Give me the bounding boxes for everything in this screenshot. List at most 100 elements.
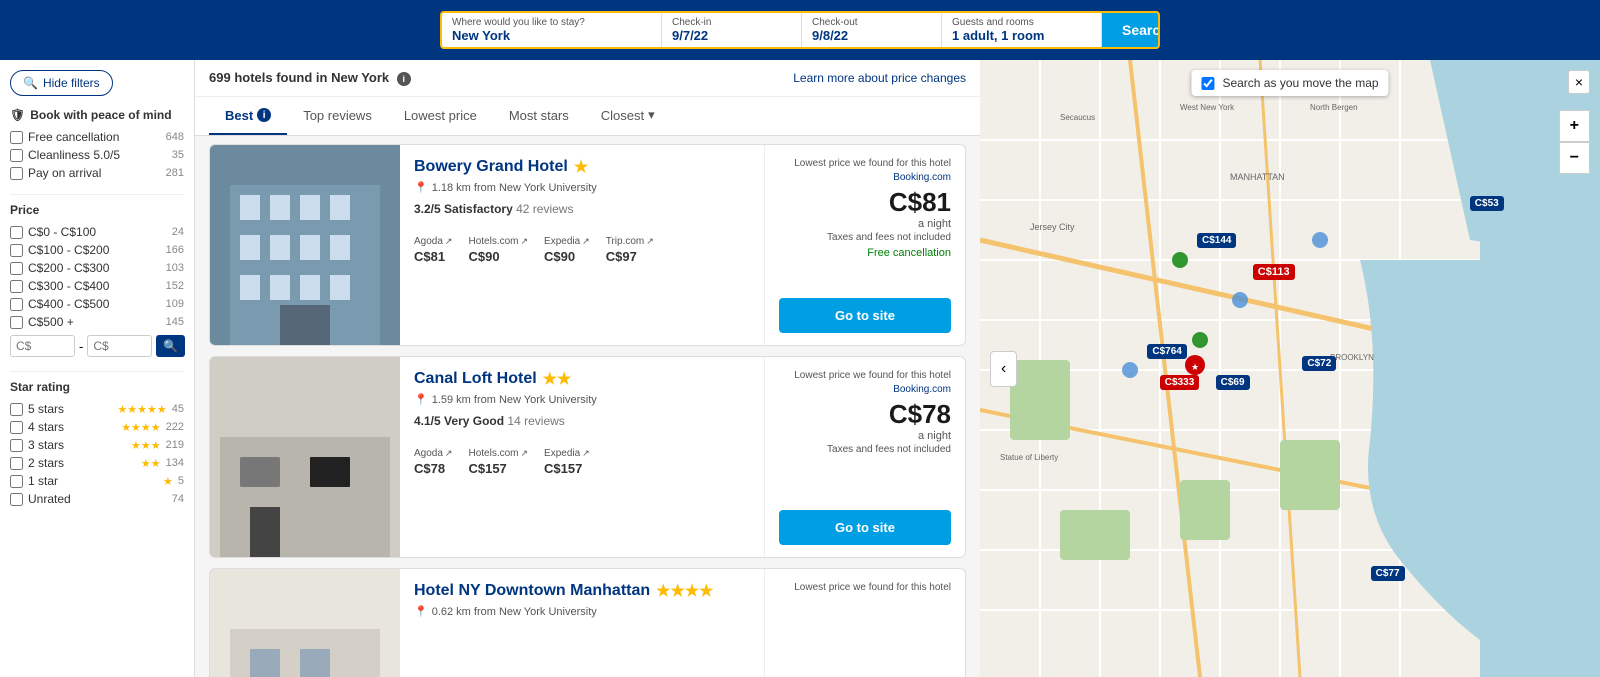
price-max-input[interactable] bbox=[87, 335, 152, 357]
star-checkbox[interactable] bbox=[10, 457, 23, 470]
star-checkbox[interactable] bbox=[10, 421, 23, 434]
price-count: 103 bbox=[166, 262, 184, 274]
star-row: 4 stars ★★★★ 222 bbox=[10, 420, 184, 434]
hotel-score-label: Satisfactory bbox=[444, 202, 513, 216]
filter-checkbox[interactable] bbox=[10, 167, 23, 180]
star-row: 1 star ★ 5 bbox=[10, 474, 184, 488]
map-price-marker[interactable]: C$333 bbox=[1160, 375, 1199, 390]
tab-closest[interactable]: Closest ▾ bbox=[585, 97, 671, 135]
hotel-score-label: Very Good bbox=[444, 414, 504, 428]
map-zoom-in-button[interactable]: + bbox=[1559, 110, 1590, 142]
price-checkbox[interactable] bbox=[10, 244, 23, 257]
map-price-marker[interactable]: C$53 bbox=[1470, 196, 1504, 211]
hide-filters-button[interactable]: 🔍 Hide filters bbox=[10, 70, 113, 96]
provider: Expedia ↗ C$157 bbox=[544, 448, 590, 476]
go-to-site-button[interactable]: Go to site bbox=[779, 298, 951, 333]
guests-value: 1 adult, 1 room bbox=[952, 28, 1091, 43]
provider-price: C$90 bbox=[544, 249, 590, 264]
price-range-row: C$200 - C$300 103 bbox=[10, 261, 184, 275]
map-price-marker[interactable]: C$69 bbox=[1216, 375, 1250, 390]
star-label: 3 stars bbox=[28, 438, 126, 452]
hotel-rating: 3.2/5 Satisfactory 42 reviews bbox=[414, 202, 750, 216]
tab-lowest-price[interactable]: Lowest price bbox=[388, 97, 493, 135]
chevron-left-icon: ‹ bbox=[1001, 360, 1006, 377]
location-pin-icon: 📍 bbox=[414, 181, 428, 194]
star-icons: ★★★★★ bbox=[117, 403, 166, 416]
svg-text:MANHATTAN: MANHATTAN bbox=[1230, 172, 1285, 182]
price-checkbox[interactable] bbox=[10, 298, 23, 311]
provider-name: Agoda ↗ bbox=[414, 236, 452, 247]
hotel-price: C$81 bbox=[794, 187, 951, 218]
filter-count: 35 bbox=[172, 149, 184, 161]
map-price-marker[interactable]: C$72 bbox=[1302, 356, 1336, 371]
map-back-button[interactable]: ‹ bbox=[990, 351, 1017, 387]
star-icons: ★★ bbox=[141, 457, 161, 470]
search-as-move-checkbox[interactable] bbox=[1201, 77, 1214, 90]
location-pin-icon: 📍 bbox=[414, 605, 428, 618]
lowest-price-label: Lowest price we found for this hotel bbox=[794, 157, 951, 170]
provider-price: C$157 bbox=[468, 461, 528, 476]
checkin-field[interactable]: Check-in 9/7/22 bbox=[662, 13, 802, 47]
tab-top-reviews[interactable]: Top reviews bbox=[287, 97, 388, 135]
price-checkbox[interactable] bbox=[10, 280, 23, 293]
lowest-price-label: Lowest price we found for this hotel bbox=[794, 369, 951, 382]
star-count: 45 bbox=[172, 403, 184, 415]
star-checkbox[interactable] bbox=[10, 403, 23, 416]
guests-field[interactable]: Guests and rooms 1 adult, 1 room bbox=[942, 13, 1102, 47]
star-row: Unrated 74 bbox=[10, 492, 184, 506]
price-checkbox[interactable] bbox=[10, 262, 23, 275]
best-info-icon: i bbox=[257, 108, 271, 122]
provider-price: C$90 bbox=[468, 249, 528, 264]
location-field[interactable]: Where would you like to stay? New York bbox=[442, 13, 662, 47]
info-icon: i bbox=[397, 72, 411, 86]
map-close-button[interactable]: × bbox=[1568, 70, 1590, 94]
tab-most-stars-label: Most stars bbox=[509, 108, 569, 123]
sidebar: 🔍 Hide filters 🛡 Book with peace of mind… bbox=[0, 60, 195, 677]
results-count: 699 hotels found in New York i bbox=[209, 70, 411, 86]
provider-prices: Agoda ↗ C$78 Hotels.com ↗ C$157 Expedia … bbox=[414, 448, 750, 476]
tab-best[interactable]: Best i bbox=[209, 97, 287, 135]
search-hotels-label: Search hotels bbox=[1122, 22, 1160, 38]
map-panel: Jersey City MANHATTAN Statue of Liberty … bbox=[980, 60, 1600, 677]
hotel-reviews: 14 reviews bbox=[507, 414, 564, 428]
hotel-name: Canal Loft Hotel ★★ bbox=[414, 369, 750, 389]
filter-label: Cleanliness 5.0/5 bbox=[28, 148, 167, 162]
price-min-input[interactable] bbox=[10, 335, 75, 357]
go-to-site-button[interactable]: Go to site bbox=[779, 510, 951, 545]
free-cancel-label: Free cancellation bbox=[794, 247, 951, 259]
map-price-marker[interactable]: C$77 bbox=[1371, 566, 1405, 581]
map-zoom-out-button[interactable]: − bbox=[1559, 142, 1590, 174]
filter-checkbox[interactable] bbox=[10, 149, 23, 162]
star-checkbox[interactable] bbox=[10, 493, 23, 506]
map-price-marker[interactable]: C$144 bbox=[1197, 233, 1236, 248]
peace-of-mind-section: 🛡 Book with peace of mind Free cancellat… bbox=[10, 108, 184, 180]
provider-name: Expedia ↗ bbox=[544, 448, 590, 459]
checkout-field[interactable]: Check-out 9/8/22 bbox=[802, 13, 942, 47]
search-hotels-button[interactable]: Search hotels → bbox=[1102, 13, 1160, 47]
price-search-button[interactable]: 🔍 bbox=[156, 335, 185, 357]
svg-text:Statue of Liberty: Statue of Liberty bbox=[1000, 453, 1058, 462]
map-price-marker[interactable]: C$113 bbox=[1253, 264, 1295, 280]
star-row: 3 stars ★★★ 219 bbox=[10, 438, 184, 452]
star-checkbox[interactable] bbox=[10, 439, 23, 452]
taxes-note: Taxes and fees not included bbox=[794, 232, 951, 243]
hotel-info: Canal Loft Hotel ★★ 📍 1.59 km from New Y… bbox=[400, 357, 765, 557]
provider-name: Expedia ↗ bbox=[544, 236, 590, 247]
price-change-link[interactable]: Learn more about price changes bbox=[793, 71, 966, 85]
hotel-price-panel: Lowest price we found for this hotel Boo… bbox=[765, 145, 965, 345]
tab-most-stars[interactable]: Most stars bbox=[493, 97, 585, 135]
svg-text:Secaucus: Secaucus bbox=[1060, 113, 1095, 122]
price-count: 109 bbox=[166, 298, 184, 310]
price-checkbox[interactable] bbox=[10, 226, 23, 239]
star-checkbox[interactable] bbox=[10, 475, 23, 488]
per-night-label: a night bbox=[794, 218, 951, 230]
provider: Agoda ↗ C$81 bbox=[414, 236, 452, 264]
price-label: C$400 - C$500 bbox=[28, 297, 161, 311]
price-checkbox[interactable] bbox=[10, 316, 23, 329]
map-price-marker[interactable]: C$764 bbox=[1147, 344, 1186, 359]
tab-best-label: Best bbox=[225, 108, 253, 123]
tab-closest-label: Closest bbox=[601, 108, 644, 123]
search-as-move-label: Search as you move the map bbox=[1222, 76, 1378, 90]
filter-checkbox[interactable] bbox=[10, 131, 23, 144]
hotel-list: Bowery Grand Hotel ★ 📍 1.18 km from New … bbox=[195, 136, 980, 677]
